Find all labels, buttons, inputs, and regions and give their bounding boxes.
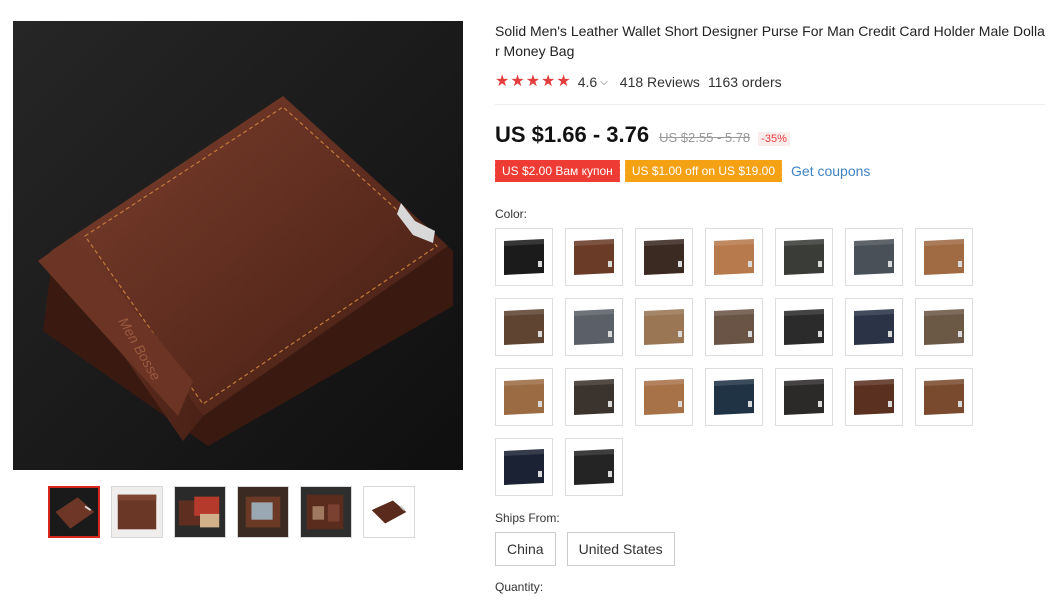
color-swatch-23[interactable]: [565, 438, 623, 496]
wallet-thumbnail: [854, 309, 894, 345]
rating-row: ★ ★ ★ ★ ★ 4.6 ⌵ 418 Reviews 1163 orders: [495, 71, 1047, 93]
wallet-thumbnail: [574, 449, 614, 485]
color-swatch-1[interactable]: [495, 228, 553, 286]
color-swatch-20[interactable]: [845, 368, 903, 426]
chevron-down-icon[interactable]: ⌵: [600, 77, 608, 88]
color-swatch-9[interactable]: [565, 298, 623, 356]
star-rating: ★ ★ ★ ★ ★: [495, 74, 571, 90]
star-icon: ★: [541, 73, 556, 90]
coupon-badge-select[interactable]: US $1.00 off on US $19.00: [622, 160, 783, 182]
wallet-thumbnail: [784, 309, 824, 345]
color-swatch-14[interactable]: [915, 298, 973, 356]
wallet-thumbnail: [854, 379, 894, 415]
ship-option-china[interactable]: China: [495, 532, 556, 566]
get-coupons-link[interactable]: Get coupons: [791, 163, 870, 179]
original-price: US $2.55 - 5.78: [659, 130, 751, 145]
color-swatch-13[interactable]: [845, 298, 903, 356]
thumbnail-6[interactable]: [363, 486, 415, 538]
color-swatch-10[interactable]: [635, 298, 693, 356]
reviews-link[interactable]: 418 Reviews: [620, 74, 700, 90]
orders-count: 1163 orders: [707, 74, 782, 90]
color-swatch-5[interactable]: [775, 228, 833, 286]
main-product-image[interactable]: Men Bosse: [13, 21, 463, 470]
color-swatch-22[interactable]: [495, 438, 553, 496]
product-title: Solid Men's Leather Wallet Short Designe…: [495, 23, 1045, 59]
color-swatch-8[interactable]: [495, 298, 553, 356]
wallet-thumbnail: [504, 309, 544, 345]
wallet-thumbnail: [504, 239, 544, 275]
thumbnail-1[interactable]: [48, 486, 100, 538]
wallet-thumbnail: [924, 239, 964, 275]
coupon-row: US $2.00 Вам купон US $1.00 off on US $1…: [493, 160, 1047, 182]
wallet-image: Men Bosse: [13, 21, 463, 470]
color-label: Color:: [495, 207, 528, 221]
wallet-thumbnail: [504, 379, 544, 415]
color-swatch-21[interactable]: [915, 368, 973, 426]
color-swatch-2[interactable]: [565, 228, 623, 286]
rating-value[interactable]: 4.6: [578, 74, 597, 90]
color-swatch-16[interactable]: [565, 368, 623, 426]
ships-from-options: China United States: [495, 532, 1047, 566]
coupon-badge-store[interactable]: US $2.00 Вам купон: [493, 160, 620, 182]
star-icon: ★: [510, 73, 525, 90]
ship-option-united-states[interactable]: United States: [566, 532, 675, 566]
color-swatch-7[interactable]: [915, 228, 973, 286]
wallet-thumbnail: [574, 239, 614, 275]
star-icon: ★: [495, 73, 510, 90]
thumbnail-2[interactable]: [111, 486, 163, 538]
color-swatch-11[interactable]: [705, 298, 763, 356]
color-swatch-4[interactable]: [705, 228, 763, 286]
color-swatch-18[interactable]: [705, 368, 763, 426]
wallet-thumbnail: [714, 239, 754, 275]
quantity-label: Quantity:: [495, 580, 544, 594]
color-swatch-grid: [495, 228, 1047, 496]
star-icon: ★: [556, 73, 571, 90]
color-swatch-12[interactable]: [775, 298, 833, 356]
price-row: US $1.66 - 3.76 US $2.55 - 5.78 -35%: [495, 122, 1047, 148]
wallet-thumbnail: [714, 379, 754, 415]
thumbnail-3[interactable]: [174, 486, 226, 538]
wallet-thumbnail: [644, 379, 684, 415]
wallet-thumbnail: [574, 309, 614, 345]
wallet-thumbnail: [644, 309, 684, 345]
color-swatch-3[interactable]: [635, 228, 693, 286]
wallet-thumbnail: [714, 309, 754, 345]
color-swatch-19[interactable]: [775, 368, 833, 426]
wallet-thumbnail: [854, 239, 894, 275]
thumbnail-strip: [48, 486, 415, 538]
wallet-thumbnail: [574, 379, 614, 415]
wallet-thumbnail: [924, 379, 964, 415]
wallet-thumbnail: [504, 449, 544, 485]
wallet-thumbnail: [924, 309, 964, 345]
color-swatch-15[interactable]: [495, 368, 553, 426]
ships-from-label: Ships From:: [495, 511, 560, 525]
color-swatch-6[interactable]: [845, 228, 903, 286]
color-swatch-17[interactable]: [635, 368, 693, 426]
product-info-panel: Solid Men's Leather Wallet Short Designe…: [493, 18, 1047, 594]
wallet-thumbnail: [644, 239, 684, 275]
wallet-thumbnail: [784, 379, 824, 415]
star-icon: ★: [525, 73, 541, 90]
thumbnail-5[interactable]: [300, 486, 352, 538]
current-price: US $1.66 - 3.76: [495, 122, 650, 147]
wallet-thumbnail: [784, 239, 824, 275]
thumbnail-4[interactable]: [237, 486, 289, 538]
discount-badge: -35%: [758, 132, 790, 146]
divider: [495, 104, 1045, 105]
